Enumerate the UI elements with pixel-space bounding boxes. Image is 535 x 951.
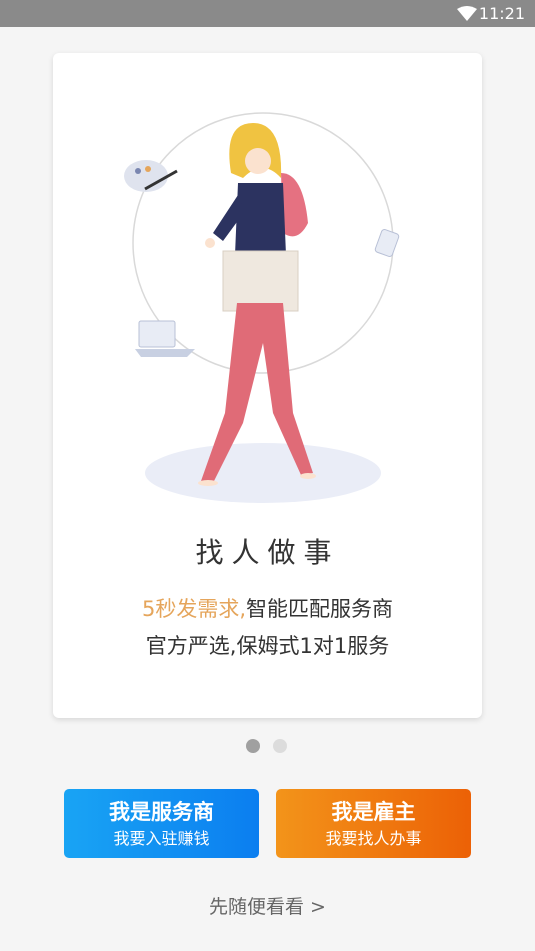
card-tagline: 5秒发需求,智能匹配服务商 bbox=[53, 593, 482, 623]
onboarding-card[interactable]: 找人做事 5秒发需求,智能匹配服务商 官方严选,保姆式1对1服务 bbox=[53, 53, 482, 718]
provider-button-title: 我是服务商 bbox=[109, 800, 214, 824]
card-title: 找人做事 bbox=[195, 536, 340, 569]
card-subline: 官方严选,保姆式1对1服务 bbox=[145, 634, 390, 658]
woman-walking-illustration bbox=[124, 112, 400, 503]
provider-button-subtitle: 我要入驻赚钱 bbox=[113, 829, 210, 848]
laptop-icon bbox=[135, 320, 195, 357]
status-time: 11:21 bbox=[478, 4, 525, 23]
employer-button-subtitle: 我要找人办事 bbox=[325, 829, 422, 848]
tagline-highlight: 5秒发需求, bbox=[141, 597, 247, 621]
status-bar: 11:21 bbox=[0, 0, 535, 27]
palette-icon bbox=[124, 160, 178, 192]
page-dot-inactive[interactable] bbox=[273, 739, 287, 753]
browse-first-link[interactable]: 先随便看看 > bbox=[0, 892, 535, 919]
tagline-rest: 智能匹配服务商 bbox=[246, 597, 394, 621]
wifi-icon bbox=[457, 6, 477, 21]
page-dot-active[interactable] bbox=[246, 739, 260, 753]
employer-button[interactable]: 我是雇主 我要找人办事 bbox=[276, 789, 471, 858]
service-provider-button[interactable]: 我是服务商 我要入驻赚钱 bbox=[64, 789, 259, 858]
employer-button-title: 我是雇主 bbox=[331, 800, 416, 824]
